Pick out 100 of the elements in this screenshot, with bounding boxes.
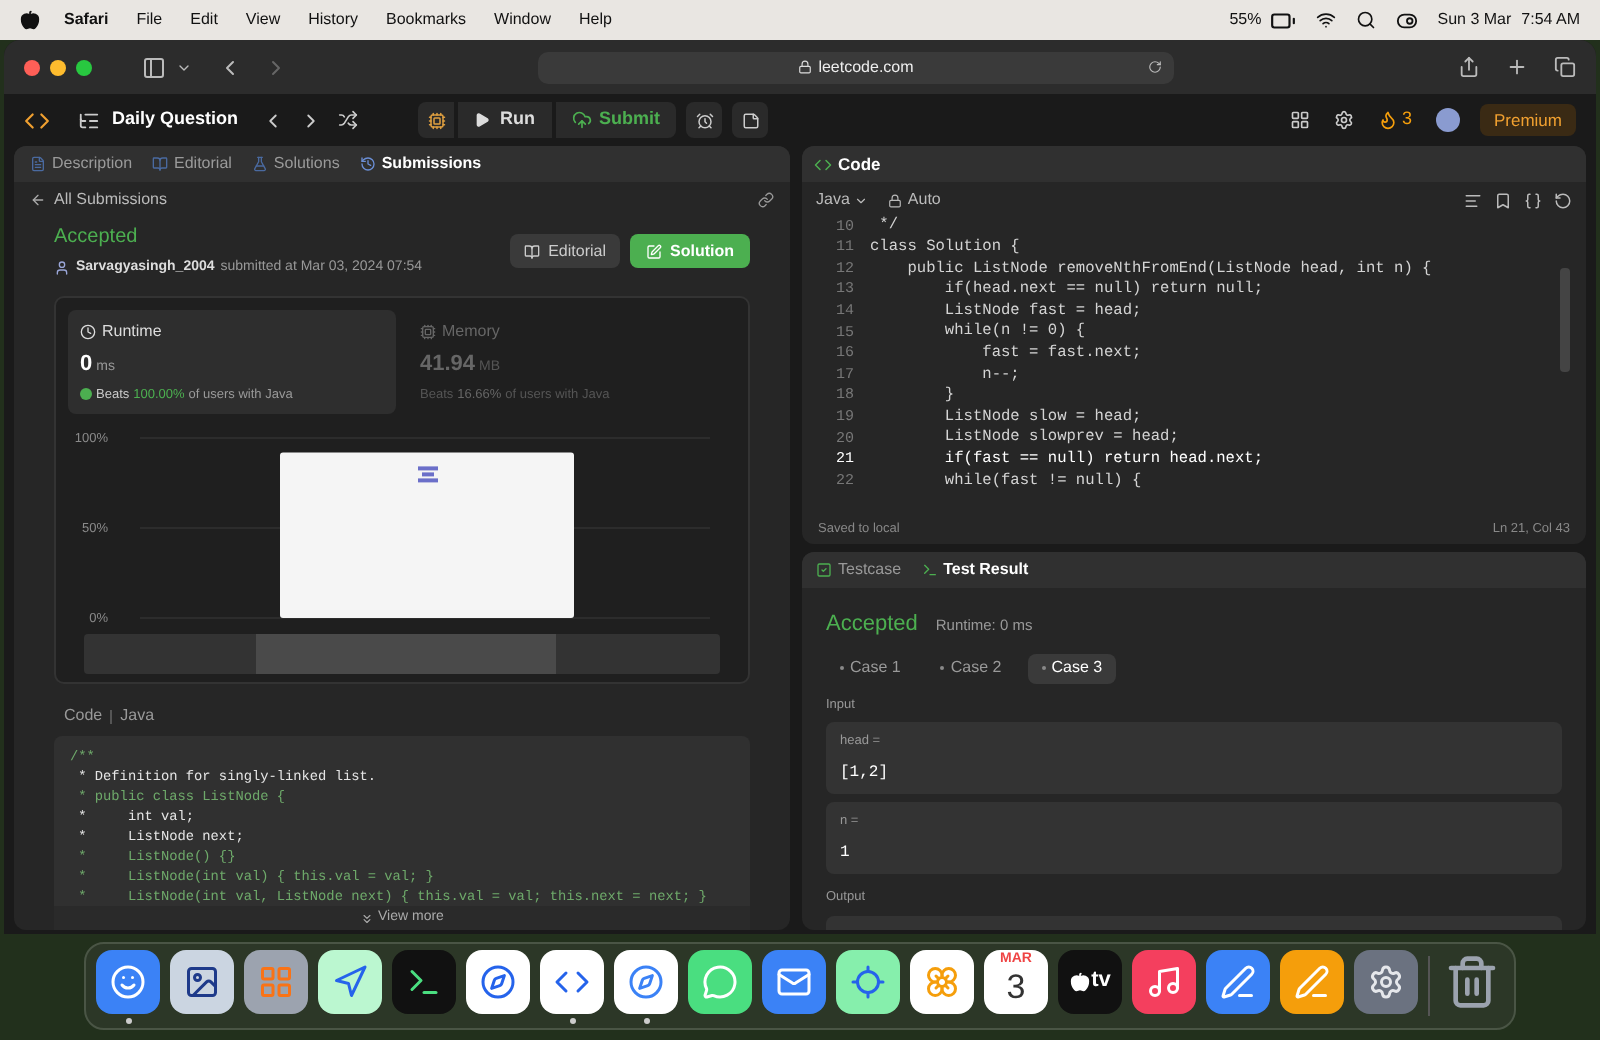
- all-submissions-link[interactable]: All Submissions: [54, 188, 167, 212]
- music-note-icon[interactable]: [1132, 949, 1196, 1013]
- grid-icon[interactable]: [244, 949, 308, 1013]
- tabs-overview-icon[interactable]: [1554, 56, 1576, 78]
- chart-range-scrollbar[interactable]: [84, 634, 720, 674]
- checkbox-icon: [816, 562, 832, 578]
- search-icon[interactable]: [1355, 10, 1376, 30]
- menu-time: 7:54 AM: [1521, 8, 1580, 32]
- metric-title: Runtime: [102, 320, 162, 344]
- user-avatar-icon: [54, 260, 70, 277]
- parameter-value: 1: [840, 842, 852, 866]
- code-editor-icon[interactable]: [540, 949, 604, 1013]
- menu-item[interactable]: Bookmarks: [386, 8, 467, 32]
- editorial-button[interactable]: Editorial: [510, 234, 620, 268]
- battery-percent: 55%: [1229, 8, 1262, 32]
- tab-icon: [30, 156, 46, 172]
- menu-item[interactable]: Window: [494, 8, 551, 32]
- panel-tab[interactable]: Submissions: [359, 152, 482, 176]
- menu-item[interactable]: Help: [578, 8, 612, 32]
- case-tab[interactable]: Case 3: [1027, 653, 1117, 683]
- smiley-face-icon[interactable]: [96, 949, 160, 1013]
- debug-icon[interactable]: [418, 102, 455, 138]
- calendar-day: 3: [1006, 967, 1026, 1007]
- logo-icon[interactable]: [24, 107, 50, 133]
- share-icon[interactable]: [1458, 56, 1480, 78]
- sidebar-icon[interactable]: [142, 55, 166, 79]
- menu-item[interactable]: Edit: [190, 8, 218, 32]
- book-icon: [524, 243, 541, 259]
- wifi-icon[interactable]: [1315, 10, 1336, 30]
- panel-tab[interactable]: Solutions: [251, 152, 340, 176]
- avatar[interactable]: [1435, 108, 1460, 132]
- terminal-icon: [921, 562, 938, 578]
- pen-icon[interactable]: [1280, 949, 1344, 1013]
- lock-icon: [887, 193, 902, 207]
- bookmark-icon[interactable]: [1494, 191, 1512, 209]
- case-tab[interactable]: Case 2: [926, 653, 1016, 683]
- edit-icon: [646, 243, 662, 259]
- close-window-button[interactable]: [24, 59, 40, 75]
- language-selector[interactable]: Java: [816, 188, 868, 212]
- apple-icon[interactable]: [20, 10, 40, 30]
- menu-item[interactable]: History: [308, 8, 359, 32]
- new-tab-icon[interactable]: [1506, 56, 1528, 78]
- tv-app-icon[interactable]: tv: [1058, 949, 1122, 1013]
- cloud-upload-icon: [571, 110, 592, 130]
- result-status: Accepted: [826, 610, 918, 640]
- premium-button[interactable]: Premium: [1479, 104, 1576, 136]
- zoom-window-button[interactable]: [76, 59, 92, 75]
- streak-count[interactable]: 3: [1401, 106, 1412, 134]
- status-label: Accepted: [54, 224, 140, 252]
- format-icon[interactable]: [1464, 191, 1482, 209]
- editor-title: Code: [838, 151, 881, 177]
- submit-button[interactable]: Submit: [555, 102, 677, 138]
- parameter-value: [1,2]: [840, 762, 891, 786]
- note-icon[interactable]: [732, 102, 769, 138]
- beats-badge-icon: [80, 388, 92, 401]
- braces-icon[interactable]: [1524, 191, 1542, 209]
- settings-icon[interactable]: [1333, 110, 1354, 130]
- clock-icon: [80, 324, 96, 340]
- apple-logo-icon: [1069, 971, 1090, 991]
- run-button[interactable]: Run: [458, 102, 552, 138]
- flame-icon[interactable]: [1377, 110, 1398, 130]
- battery-icon[interactable]: [1269, 7, 1296, 33]
- metric-title: Memory: [442, 320, 500, 344]
- terminal-icon[interactable]: [392, 949, 456, 1013]
- editor-scrollbar[interactable]: [1560, 268, 1570, 372]
- tab-icon: [152, 156, 169, 172]
- flower-icon[interactable]: [910, 949, 974, 1013]
- menu-item[interactable]: Safari: [64, 8, 109, 32]
- metric-value: 0: [80, 350, 93, 380]
- auto-mode-label: Auto: [907, 188, 941, 212]
- caret-icon: [853, 193, 868, 207]
- map-icon[interactable]: [318, 949, 382, 1013]
- result-tab[interactable]: Test Result: [921, 558, 1029, 582]
- gear-icon[interactable]: [1354, 949, 1418, 1013]
- chip-icon: [420, 324, 436, 340]
- picture-icon[interactable]: [170, 949, 234, 1013]
- runtime-marker-icon: [418, 466, 438, 483]
- panel-tab[interactable]: Editorial: [152, 152, 232, 176]
- layout-icon[interactable]: [1289, 110, 1310, 130]
- envelope-icon[interactable]: [762, 949, 826, 1013]
- speech-bubble-icon[interactable]: [688, 949, 752, 1013]
- reset-icon[interactable]: [1554, 191, 1572, 209]
- panel-tab[interactable]: Description: [30, 152, 133, 176]
- menu-item[interactable]: View: [245, 8, 281, 32]
- tab-icon: [359, 156, 376, 172]
- case-tab[interactable]: Case 1: [826, 653, 915, 683]
- alarm-clock-icon[interactable]: [686, 102, 723, 138]
- shuffle-icon[interactable]: [338, 110, 359, 130]
- problem-list-icon[interactable]: [78, 109, 100, 131]
- address-bar[interactable]: leetcode.com: [538, 51, 1174, 83]
- minimize-window-button[interactable]: [50, 59, 66, 75]
- back-arrow-icon[interactable]: [30, 192, 46, 208]
- daily-question-link[interactable]: Daily Question: [112, 106, 239, 134]
- compass-icon[interactable]: [614, 949, 678, 1013]
- menu-item[interactable]: File: [136, 8, 163, 32]
- control-center-icon[interactable]: [1395, 9, 1418, 31]
- code-icon: [814, 155, 832, 173]
- link-icon[interactable]: [758, 192, 774, 208]
- locate-icon[interactable]: [836, 949, 900, 1013]
- result-tab[interactable]: Testcase: [816, 558, 902, 582]
